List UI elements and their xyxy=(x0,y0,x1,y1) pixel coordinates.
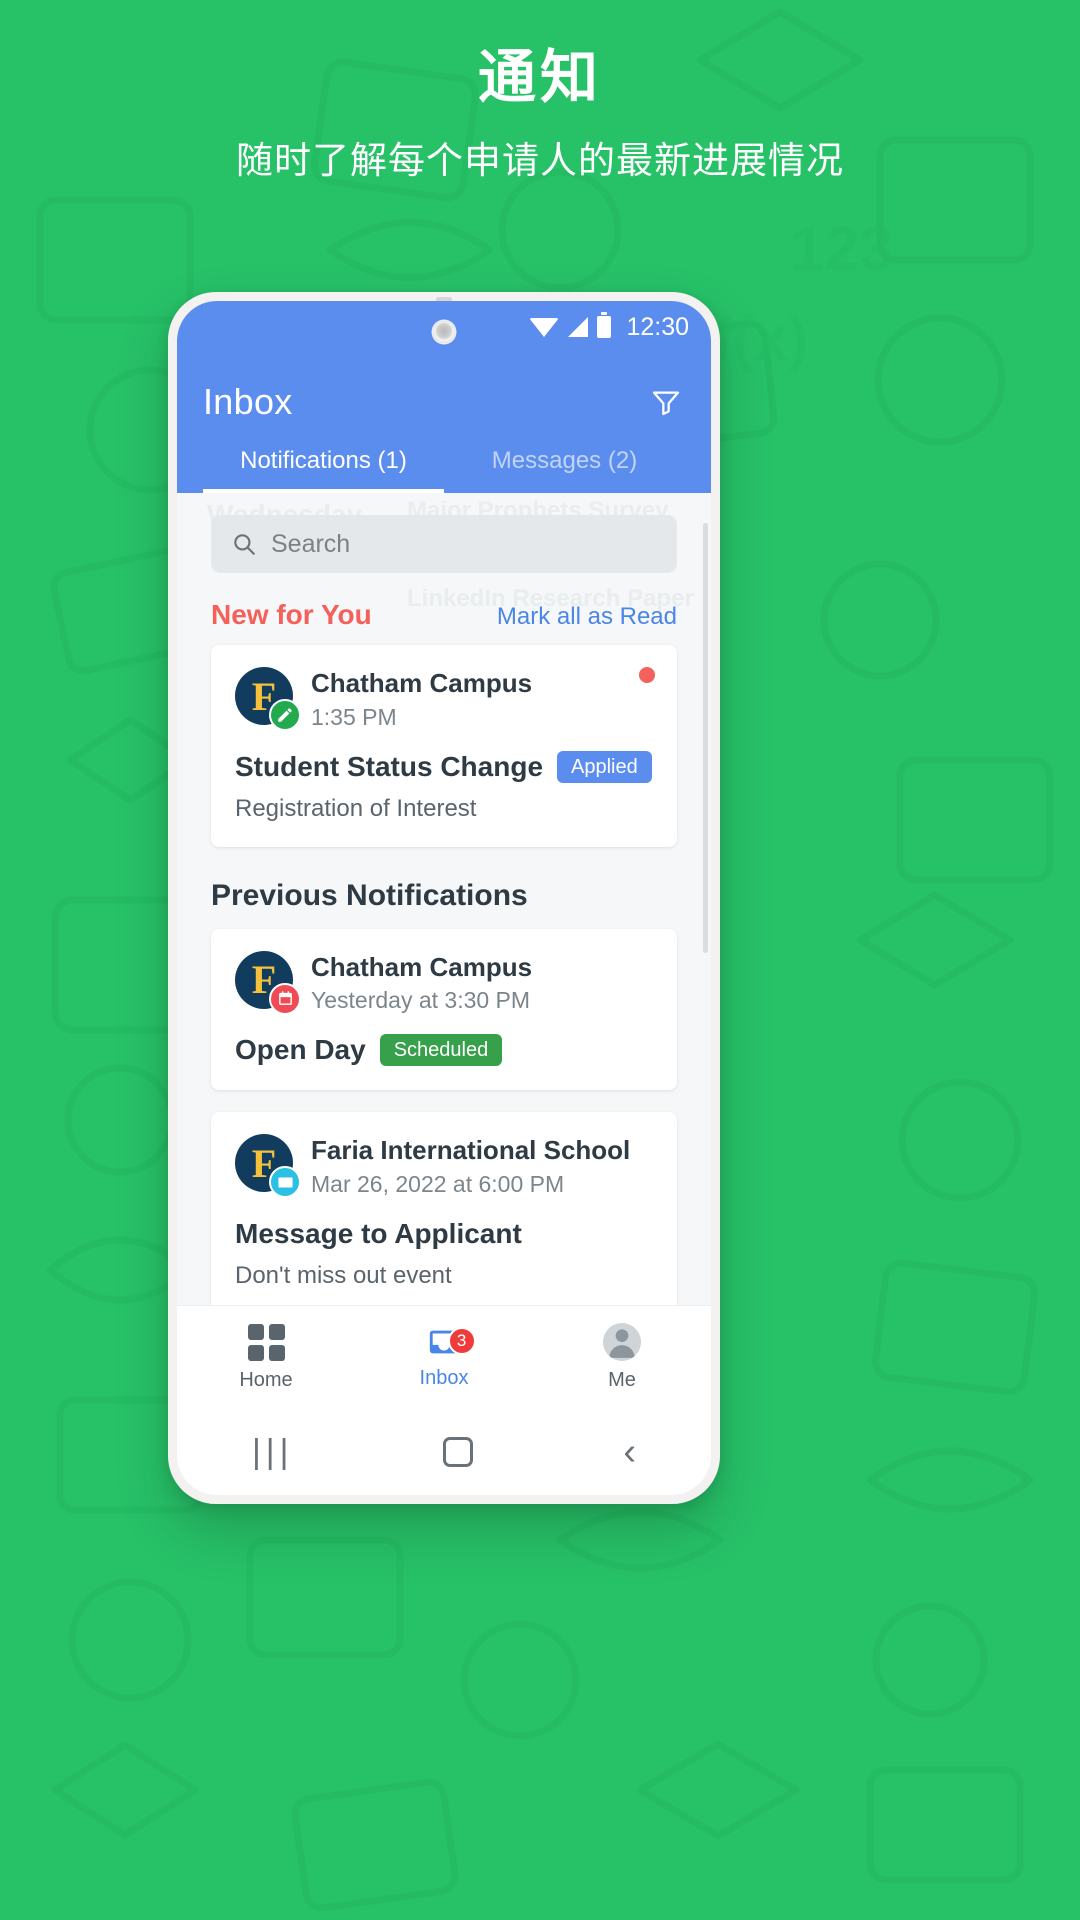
avatar: F xyxy=(235,950,301,1015)
wifi-icon xyxy=(529,317,560,337)
battery-icon xyxy=(597,316,612,338)
notification-org: Chatham Campus xyxy=(311,668,533,698)
pencil-icon xyxy=(269,699,301,731)
svg-text:f(x): f(x) xyxy=(712,305,808,374)
nav-item-me[interactable]: Me xyxy=(533,1323,711,1392)
signal-icon xyxy=(568,317,589,337)
promo-title: 通知 xyxy=(477,45,602,110)
notification-title: Message to Applicant xyxy=(235,1217,522,1249)
section-title-new: New for You xyxy=(211,599,372,630)
nav-label-home: Home xyxy=(239,1368,293,1391)
notification-title: Student Status Change xyxy=(235,750,544,782)
notification-card[interactable]: F Chatham Campus 1:35 PM Student Status … xyxy=(211,645,677,847)
notification-time: Yesterday at 3:30 PM xyxy=(311,987,531,1013)
avatar: F xyxy=(235,1134,301,1198)
section-title-previous: Previous Notifications xyxy=(211,878,528,912)
notification-org: Chatham Campus xyxy=(311,951,533,982)
nav-label-me: Me xyxy=(608,1369,636,1391)
notification-title: Open Day xyxy=(235,1034,366,1065)
notifications-list[interactable]: Wednesday Major Prophets Survey Essay 1:… xyxy=(177,493,711,1305)
calendar-icon xyxy=(269,982,301,1015)
notification-subtitle: Don't miss out event xyxy=(235,1261,452,1289)
status-icons: 12:30 xyxy=(529,313,689,342)
filter-icon[interactable] xyxy=(647,386,685,418)
status-badge: Scheduled xyxy=(379,1034,503,1066)
phone-mockup: 12:30 Inbox Notifications (1) Messages (… xyxy=(168,292,720,1504)
notification-org: Faria International School xyxy=(311,1135,631,1165)
notification-time: Mar 26, 2022 at 6:00 PM xyxy=(311,1170,565,1197)
system-navigation-bar: ||| ‹ xyxy=(177,1409,711,1495)
recents-icon[interactable]: ||| xyxy=(252,1433,294,1472)
mark-all-read-button[interactable]: Mark all as Read xyxy=(497,603,677,631)
promo-screenshot: 123 f(x) 通知 随时了解每个申请人的最新进展情况 12:30 Inbox… xyxy=(0,0,1080,1920)
svg-text:123: 123 xyxy=(790,215,893,284)
avatar: F xyxy=(235,667,301,731)
search-placeholder: Search xyxy=(271,529,351,558)
nav-item-inbox[interactable]: 3 Inbox xyxy=(355,1325,533,1390)
search-icon xyxy=(234,534,255,555)
front-camera xyxy=(433,321,455,343)
nav-label-inbox: Inbox xyxy=(419,1367,469,1389)
back-icon[interactable]: ‹ xyxy=(623,1431,636,1474)
inbox-tabs: Notifications (1) Messages (2) xyxy=(203,447,685,493)
notification-subtitle: Registration of Interest xyxy=(235,794,477,822)
avatar-icon xyxy=(603,1323,641,1361)
grid-icon xyxy=(247,1323,285,1361)
phone-screen: 12:30 Inbox Notifications (1) Messages (… xyxy=(177,301,711,1495)
vertical-scrollbar[interactable] xyxy=(703,523,708,953)
status-bar: 12:30 xyxy=(177,301,711,353)
tab-messages[interactable]: Messages (2) xyxy=(444,447,685,493)
home-icon[interactable] xyxy=(443,1437,474,1467)
tab-notifications[interactable]: Notifications (1) xyxy=(203,447,444,493)
mail-icon xyxy=(269,1166,301,1198)
unread-indicator xyxy=(639,667,655,683)
search-input[interactable]: Search xyxy=(211,515,677,573)
promo-subtitle: 随时了解每个申请人的最新进展情况 xyxy=(236,140,844,182)
section-header-new: New for You Mark all as Read xyxy=(211,599,677,631)
notification-time: 1:35 PM xyxy=(311,703,397,730)
notification-card[interactable]: F Chatham Campus Yesterday at 3:30 PM Op… xyxy=(211,928,677,1090)
inbox-badge: 3 xyxy=(447,1327,476,1355)
status-time: 12:30 xyxy=(626,312,689,341)
app-bar: Inbox Notifications (1) Messages (2) xyxy=(177,353,711,493)
notification-card[interactable]: F Faria International School Mar 26, 202… xyxy=(211,1112,677,1305)
page-title: Inbox xyxy=(203,381,293,422)
status-badge: Applied xyxy=(557,750,652,783)
promo-text-block: 通知 随时了解每个申请人的最新进展情况 xyxy=(0,44,1080,184)
nav-item-home[interactable]: Home xyxy=(177,1323,355,1392)
bottom-navigation: Home 3 Inbox Me xyxy=(177,1305,711,1409)
